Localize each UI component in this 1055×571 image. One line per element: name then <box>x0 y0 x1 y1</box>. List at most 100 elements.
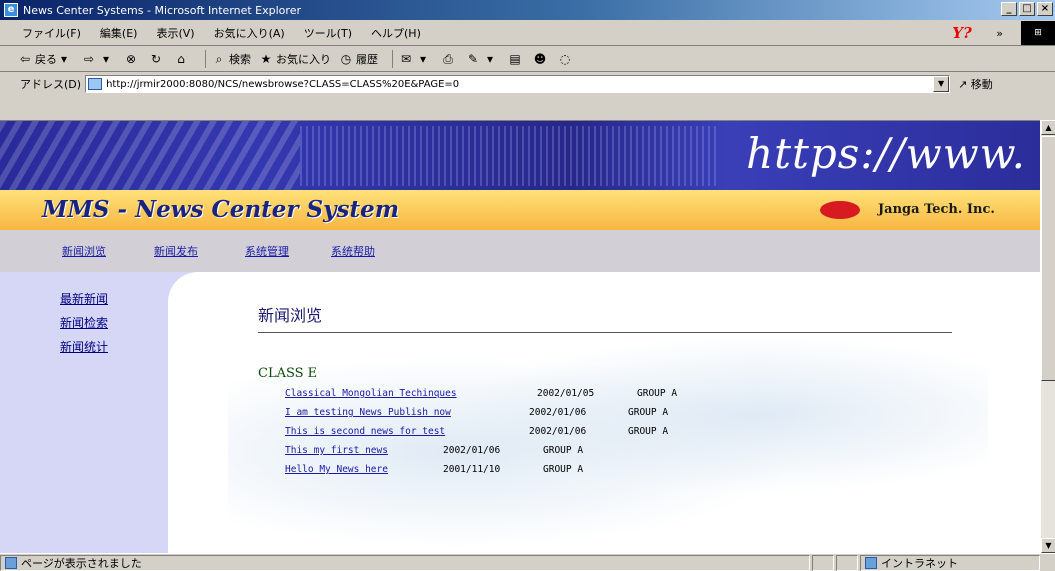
intranet-icon <box>865 556 877 569</box>
stop-button[interactable]: ⊗ <box>124 52 141 66</box>
company-logo-icon <box>820 201 860 219</box>
discuss-button[interactable]: ▤ <box>508 52 525 66</box>
scroll-up-icon[interactable]: ▲ <box>1041 120 1055 135</box>
news-date: 2001/11/10 <box>443 464 501 475</box>
toolbar-separator <box>205 49 206 68</box>
main-nav: 新闻浏览 新闻发布 系统管理 系统帮助 <box>0 230 1040 272</box>
go-button[interactable]: ↗ 移動 <box>958 76 993 92</box>
nav-news-publish[interactable]: 新闻发布 <box>154 243 198 259</box>
forward-arrow-icon: ⇨ <box>83 51 95 66</box>
search-button[interactable]: ⌕ 検索 <box>212 51 251 67</box>
news-group: GROUP A <box>628 426 669 437</box>
favorites-button[interactable]: ★ お気に入り <box>259 51 331 67</box>
search-label: 検索 <box>229 52 251 66</box>
scroll-thumb[interactable] <box>1041 136 1055 381</box>
window-title: News Center Systems - Microsoft Internet… <box>23 3 301 17</box>
section-title: 新闻浏览 <box>258 306 323 325</box>
news-group: GROUP A <box>637 388 678 399</box>
dropdown-icon: ▾ <box>60 51 68 66</box>
yahoo-toolbar-icon[interactable]: Y? <box>952 23 992 43</box>
history-icon: ◷ <box>340 51 352 66</box>
nav-system-help[interactable]: 系统帮助 <box>331 243 375 259</box>
refresh-button[interactable]: ↻ <box>149 52 166 66</box>
menu-right: Y? » ⊞ <box>952 20 1055 46</box>
discuss-icon: ▤ <box>509 51 521 66</box>
site-banner: https://www. <box>0 121 1040 190</box>
address-bar: アドレス(D) http://jrmir2000:8080/NCS/newsbr… <box>0 72 1055 96</box>
menu-view[interactable]: 表示(V) <box>156 25 194 41</box>
news-date: 2002/01/06 <box>529 426 587 437</box>
forward-button[interactable]: ⇨ ▾ <box>82 52 116 66</box>
news-date: 2002/01/06 <box>529 407 587 418</box>
minimize-button[interactable]: _ <box>1001 2 1017 16</box>
class-name: CLASS E <box>258 366 318 381</box>
scroll-down-icon[interactable]: ▼ <box>1041 538 1055 553</box>
menu-file[interactable]: ファイル(F) <box>22 25 81 41</box>
history-button[interactable]: ◷ 履歴 <box>339 51 378 67</box>
more-chevron-icon[interactable]: » <box>996 27 1003 40</box>
messenger-button[interactable]: ☻ <box>533 52 550 66</box>
go-arrow-icon: ↗ <box>958 78 968 91</box>
news-group: GROUP A <box>543 445 584 456</box>
side-latest-news[interactable]: 最新新闻 <box>60 290 108 307</box>
messenger-icon: ☻ <box>533 51 547 66</box>
chat-button[interactable]: ◌ <box>558 52 575 66</box>
history-label: 履歴 <box>356 52 378 66</box>
dropdown-icon: ▾ <box>419 51 427 66</box>
home-button[interactable]: ⌂ <box>174 52 191 66</box>
news-title-link[interactable]: This is second news for test <box>285 426 445 437</box>
window-controls: _ □ × <box>1001 2 1053 16</box>
address-input[interactable]: http://jrmir2000:8080/NCS/newsbrowse?CLA… <box>85 75 951 93</box>
nav-system-admin[interactable]: 系统管理 <box>245 243 289 259</box>
print-button[interactable]: ⎙ <box>441 52 458 66</box>
menu-edit[interactable]: 編集(E) <box>100 25 138 41</box>
menu-tools[interactable]: ツール(T) <box>304 25 352 41</box>
back-label: 戻る <box>35 52 57 66</box>
side-news-stats[interactable]: 新闻统计 <box>60 338 108 355</box>
section-divider <box>258 332 952 333</box>
back-button[interactable]: ⇦ 戻る ▾ <box>18 51 74 67</box>
edit-button[interactable]: ✎ ▾ <box>466 52 500 66</box>
standard-toolbar: ⇦ 戻る ▾ ⇨ ▾ ⊗ ↻ ⌂ ⌕ 検索 ★ お気に入り ◷ 履歴 ✉ ▾ ⎙ … <box>0 46 1055 72</box>
news-group: GROUP A <box>628 407 669 418</box>
dropdown-icon: ▾ <box>102 51 110 66</box>
address-dropdown-icon[interactable]: ▼ <box>933 76 950 92</box>
address-label: アドレス(D) <box>20 78 82 91</box>
dropdown-icon: ▾ <box>486 51 494 66</box>
system-title-strip: MMS - News Center System Janga Tech. Inc… <box>0 190 1040 230</box>
address-url[interactable]: http://jrmir2000:8080/NCS/newsbrowse?CLA… <box>106 79 459 90</box>
home-icon: ⌂ <box>177 51 185 66</box>
news-date: 2002/01/06 <box>443 445 501 456</box>
mail-button[interactable]: ✉ ▾ <box>399 52 433 66</box>
status-bar: ページが表示されました イントラネット <box>0 553 1055 571</box>
maximize-button[interactable]: □ <box>1019 2 1035 16</box>
search-icon: ⌕ <box>215 51 223 66</box>
news-title-link[interactable]: This my first news <box>285 445 388 456</box>
status-message: ページが表示されました <box>0 554 810 571</box>
news-group: GROUP A <box>543 464 584 475</box>
status-text: ページが表示されました <box>21 556 142 570</box>
ie-icon: e <box>4 3 18 17</box>
vertical-scrollbar[interactable]: ▲ ▼ <box>1040 120 1055 553</box>
banner-https-text: https://www. <box>746 129 1026 178</box>
news-date: 2002/01/05 <box>537 388 595 399</box>
company-name: Janga Tech. Inc. <box>878 202 995 217</box>
close-button[interactable]: × <box>1037 2 1053 16</box>
news-title-link[interactable]: Hello My News here <box>285 464 388 475</box>
page-viewport: https://www. MMS - News Center System Ja… <box>0 120 1040 553</box>
menu-favorites[interactable]: お気に入り(A) <box>214 25 285 41</box>
page-done-icon <box>5 556 17 569</box>
news-title-link[interactable]: Classical Mongolian Techinques <box>285 388 457 399</box>
main-content: 新闻浏览 CLASS E Classical Mongolian Techinq… <box>168 272 1040 553</box>
menu-help[interactable]: ヘルプ(H) <box>371 25 421 41</box>
refresh-icon: ↻ <box>150 51 162 66</box>
side-news-search[interactable]: 新闻检索 <box>60 314 108 331</box>
zone-label: イントラネット <box>881 556 958 570</box>
news-title-link[interactable]: I am testing News Publish now <box>285 407 451 418</box>
window-title-bar[interactable]: e News Center Systems - Microsoft Intern… <box>0 0 1055 20</box>
chat-icon: ◌ <box>559 51 571 66</box>
security-zone: イントラネット <box>860 554 1040 571</box>
system-name: MMS - News Center System <box>42 196 400 223</box>
nav-news-browse[interactable]: 新闻浏览 <box>62 243 106 259</box>
favorites-label: お気に入り <box>276 52 331 66</box>
